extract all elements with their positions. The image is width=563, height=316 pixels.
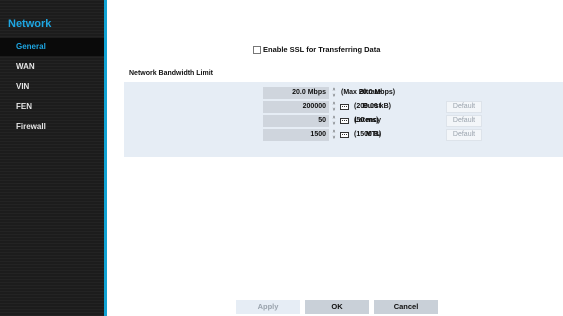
sidebar-title: Network	[8, 18, 52, 30]
bandwidth-section-title: Network Bandwidth Limit	[129, 70, 213, 77]
cancel-button[interactable]: Cancel	[374, 300, 438, 314]
keyboard-icon[interactable]	[340, 132, 349, 138]
bitrate-input[interactable]: 20.0 Mbps	[263, 87, 329, 99]
sidebar-item-wan[interactable]: WAN	[0, 58, 104, 76]
bitrate-row: Bitrate 20.0 Mbps ˄ ˅ (Max 20.0 Mbps)	[124, 87, 563, 99]
ssl-option[interactable]: Enable SSL for Transferring Data	[253, 45, 380, 54]
mtu-note: (1500 B)	[354, 131, 382, 138]
up-down-arrows-icon[interactable]: ˄ ˅	[331, 101, 337, 113]
sidebar-item-general[interactable]: General	[0, 38, 104, 56]
up-down-arrows-icon[interactable]: ˄ ˅	[331, 115, 337, 127]
burst-note: (200.00 kB)	[354, 103, 391, 110]
apply-button[interactable]: Apply	[236, 300, 300, 314]
up-down-arrows-icon[interactable]: ˄ ˅	[331, 129, 337, 141]
keyboard-icon[interactable]	[340, 104, 349, 110]
latency-row: Latency 50 ˄ ˅ (50 ms) Default	[124, 115, 563, 127]
mtu-input[interactable]: 1500	[263, 129, 329, 141]
burst-row: Burst 200000 ˄ ˅ (200.00 kB) Default	[124, 101, 563, 113]
latency-default-button[interactable]: Default	[446, 115, 482, 127]
sidebar-item-firewall[interactable]: Firewall	[0, 118, 104, 136]
burst-input[interactable]: 200000	[263, 101, 329, 113]
mtu-row: MTU 1500 ˄ ˅ (1500 B) Default	[124, 129, 563, 141]
latency-input[interactable]: 50	[263, 115, 329, 127]
burst-default-button[interactable]: Default	[446, 101, 482, 113]
sidebar: Network General WAN VIN FEN Firewall	[0, 0, 104, 316]
latency-note: (50 ms)	[354, 117, 379, 124]
checkbox-icon[interactable]	[253, 45, 261, 54]
sidebar-accent-bar	[104, 0, 107, 316]
ok-button[interactable]: OK	[305, 300, 369, 314]
sidebar-item-vin[interactable]: VIN	[0, 78, 104, 96]
up-down-arrows-icon[interactable]: ˄ ˅	[331, 87, 337, 99]
sidebar-item-fen[interactable]: FEN	[0, 98, 104, 116]
bandwidth-panel: Bitrate 20.0 Mbps ˄ ˅ (Max 20.0 Mbps) Bur…	[124, 82, 563, 157]
mtu-default-button[interactable]: Default	[446, 129, 482, 141]
bitrate-note: (Max 20.0 Mbps)	[341, 89, 396, 96]
ssl-label: Enable SSL for Transferring Data	[263, 45, 381, 54]
keyboard-icon[interactable]	[340, 118, 349, 124]
